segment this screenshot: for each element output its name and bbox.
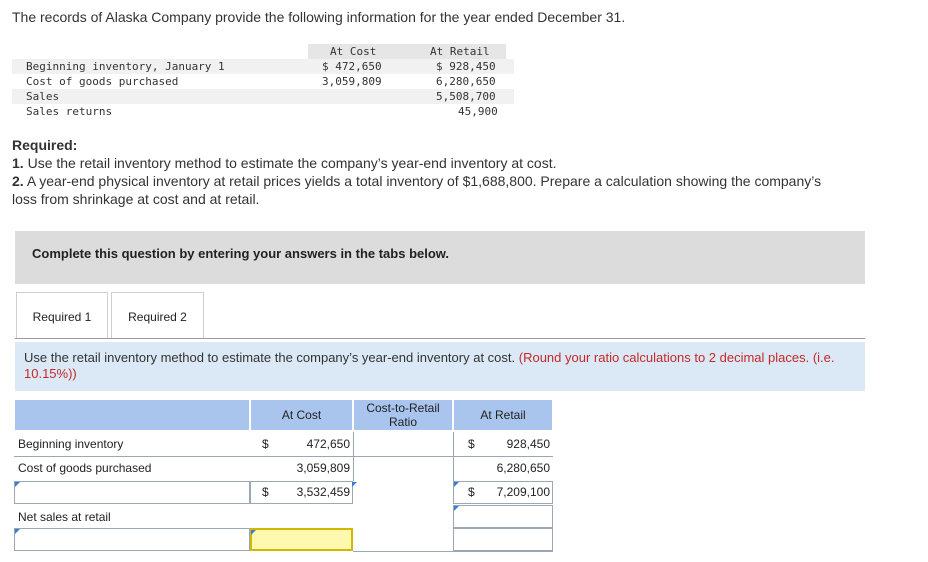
worksheet-header-blank [14, 399, 250, 431]
row-divider [14, 456, 553, 457]
worksheet-header-ratio: Cost-to-Retail Ratio [353, 399, 453, 431]
bottom-cost-input[interactable] [250, 528, 353, 551]
total-retail-dollar-sign: $ [468, 485, 475, 499]
column-divider [353, 457, 354, 481]
worksheet-header-retail: At Retail [453, 399, 553, 431]
input-flag-icon [251, 530, 256, 535]
worksheet-header-cost-text: At Cost [281, 408, 322, 422]
total-cost-value: 3,532,459 [296, 485, 350, 499]
column-divider [453, 457, 454, 481]
bottom-retail-input[interactable] [453, 528, 553, 551]
input-flag-icon [15, 482, 20, 487]
total-label-input[interactable] [14, 481, 250, 504]
beginning-retail-value: 928,450 [506, 437, 550, 451]
worksheet-header-retail-text: At Retail [480, 408, 526, 422]
purchased-cost-value: 3,059,809 [296, 461, 350, 475]
beginning-cost-value: 472,650 [306, 437, 350, 451]
column-divider [353, 432, 354, 456]
row-divider [353, 551, 553, 552]
beginning-retail-dollar-sign: $ [468, 437, 475, 451]
worksheet-header-cost: At Cost [250, 399, 353, 431]
net-sales-retail-input[interactable] [453, 505, 553, 528]
row-label-net-sales-at-retail: Net sales at retail [18, 510, 111, 524]
input-flag-icon [454, 506, 459, 511]
input-flag-icon [352, 482, 357, 487]
row-label-beginning-inventory: Beginning inventory [18, 437, 124, 451]
worksheet: At Cost Cost-to-Retail Ratio At Retail B… [0, 0, 928, 562]
input-flag-icon [454, 482, 459, 487]
input-flag-icon [15, 529, 20, 534]
worksheet-header-ratio-text: Cost-to-Retail Ratio [366, 401, 440, 429]
total-retail-value: 7,209,100 [496, 485, 550, 499]
bottom-label-input[interactable] [14, 528, 250, 551]
row-label-cost-of-goods-purchased: Cost of goods purchased [18, 461, 152, 475]
beginning-cost-dollar-sign: $ [262, 437, 269, 451]
purchased-retail-value: 6,280,650 [496, 461, 550, 475]
total-cost-dollar-sign: $ [262, 485, 269, 499]
column-divider [453, 432, 454, 456]
